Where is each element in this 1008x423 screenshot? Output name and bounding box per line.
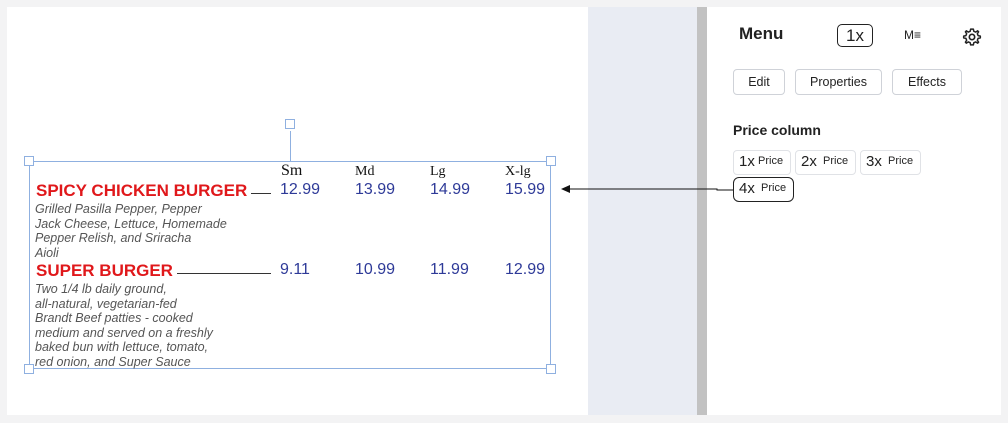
price-column-2x-button[interactable]: 2x Price [795,150,856,175]
annotation-arrow [561,185,733,193]
option-multiplier: 4x [739,180,755,197]
panel-title: Menu [739,24,784,43]
option-multiplier: 2x [801,153,817,170]
price-column-label: Price column [733,122,821,138]
scale-button[interactable]: 1x [837,24,873,47]
price-column-1x-button[interactable]: 1x Price [733,150,791,175]
option-multiplier: 3x [866,153,882,170]
option-label: Price [758,155,784,167]
tab-edit[interactable]: Edit [733,69,785,95]
tab-effects[interactable]: Effects [892,69,962,95]
option-label: Price [823,155,849,167]
gear-icon[interactable] [962,27,982,47]
markdown-icon[interactable]: M≡ [904,28,921,42]
option-label: Price [761,182,787,194]
price-column-3x-button[interactable]: 3x Price [860,150,921,175]
option-label: Price [888,155,914,167]
tab-properties[interactable]: Properties [795,69,882,95]
price-column-4x-button[interactable]: 4x Price [733,177,794,202]
option-multiplier: 1x [739,153,755,170]
